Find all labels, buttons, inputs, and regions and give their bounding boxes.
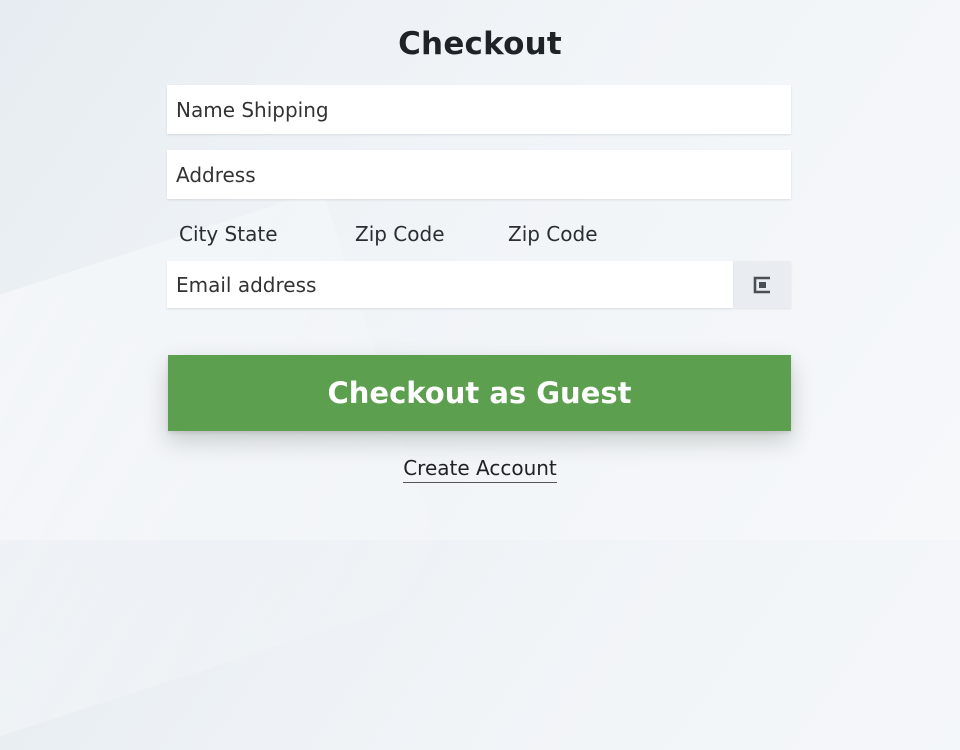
city-state-label[interactable]: City State [179, 222, 278, 246]
zip-code-label-secondary[interactable]: Zip Code [508, 222, 598, 246]
checkout-as-guest-button[interactable]: Checkout as Guest [168, 355, 791, 431]
page-title: Checkout [398, 26, 562, 62]
card-icon [752, 276, 774, 294]
address-input[interactable] [167, 150, 791, 199]
zip-code-label[interactable]: Zip Code [355, 222, 445, 246]
email-autofill-button[interactable] [734, 261, 791, 308]
create-account-link-wrapper: Create Account [0, 456, 960, 483]
email-input[interactable] [167, 261, 733, 308]
create-account-link[interactable]: Create Account [403, 456, 557, 483]
shipping-name-input[interactable] [167, 85, 791, 134]
